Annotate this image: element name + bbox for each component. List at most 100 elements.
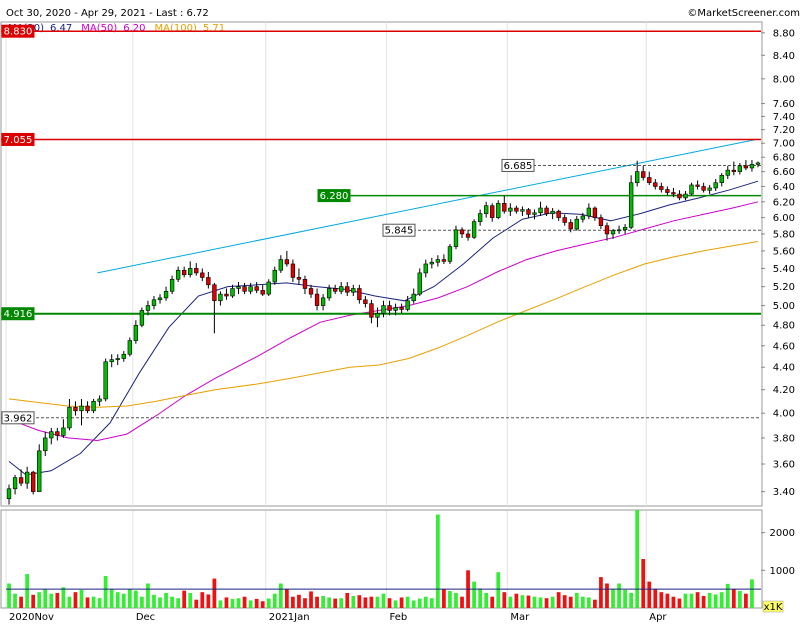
- volume-bar: [701, 595, 706, 608]
- candle-body: [737, 165, 743, 172]
- candle-body: [248, 286, 253, 292]
- volume-bar: [230, 598, 235, 608]
- candle-body: [357, 288, 362, 301]
- volume-bar: [7, 583, 11, 608]
- x-tick-label: Dec: [136, 612, 155, 623]
- candle-body: [496, 203, 501, 218]
- candle-body: [659, 186, 664, 190]
- candle-body: [484, 205, 489, 214]
- volume-tick-label: 2000: [770, 528, 795, 539]
- volume-bar: [25, 574, 30, 608]
- candle-body: [514, 207, 519, 212]
- stock-chart: Oct 30, 2020 - Apr 29, 2021 - Last : 6.7…: [0, 0, 805, 630]
- moving-average-legend: MA(20)6.47MA(50)6.20MA(100)5.71: [8, 23, 225, 34]
- candle-body: [97, 398, 102, 402]
- candle-body: [333, 288, 338, 292]
- volume-bar: [707, 592, 712, 608]
- x-tick-label: Apr: [649, 612, 667, 623]
- legend-ma-label: MA(100): [155, 23, 197, 34]
- y-tick-label: 8.00: [773, 74, 795, 85]
- volume-bar: [611, 589, 615, 608]
- volume-bar: [43, 589, 48, 608]
- candle-body: [465, 233, 471, 238]
- candle-body: [689, 184, 694, 195]
- legend-ma-value: 6.47: [50, 23, 72, 34]
- candle-body: [206, 277, 211, 286]
- candle-body: [598, 217, 604, 227]
- candle-body: [236, 286, 241, 289]
- volume-bar: [677, 598, 682, 608]
- volume-bar: [538, 597, 543, 608]
- candle-body: [175, 269, 181, 280]
- volume-bar: [731, 589, 736, 608]
- candle-body: [701, 186, 706, 191]
- candle-body: [471, 221, 477, 238]
- candle-body: [266, 281, 271, 295]
- y-tick-label: 3.80: [773, 433, 795, 444]
- volume-bar: [744, 593, 748, 608]
- volume-bar: [140, 596, 144, 608]
- volume-bar: [647, 581, 652, 608]
- candle-body: [230, 288, 235, 297]
- volume-bar: [327, 597, 332, 608]
- volume-bar: [303, 598, 307, 608]
- volume-bar: [248, 600, 253, 608]
- volume-bar: [79, 589, 84, 608]
- volume-bar: [357, 595, 362, 608]
- y-tick-label: 5.00: [773, 301, 795, 312]
- candle-body: [314, 293, 320, 306]
- candle-body: [151, 299, 157, 306]
- candle-body: [284, 259, 290, 265]
- candle-body: [490, 205, 495, 218]
- y-tick-label: 4.20: [773, 385, 795, 396]
- volume-bar: [158, 597, 162, 608]
- candle-body: [61, 427, 66, 436]
- volume-bar: [115, 592, 120, 608]
- candle-body: [320, 297, 326, 306]
- level-label: 8.830: [4, 27, 33, 38]
- y-tick-label: 7.00: [773, 139, 795, 150]
- candle-body: [351, 288, 356, 293]
- candle-body: [647, 177, 652, 184]
- candle-body: [544, 207, 549, 214]
- y-tick-label: 4.80: [773, 321, 795, 332]
- candle-body: [157, 297, 163, 301]
- y-tick-label: 6.20: [773, 197, 795, 208]
- candle-body: [37, 450, 42, 492]
- candle-body: [556, 210, 561, 218]
- candle-body: [502, 203, 507, 212]
- candle-body: [163, 290, 169, 299]
- volume-bar: [127, 589, 132, 608]
- candle-body: [622, 227, 628, 231]
- volume-bar: [103, 575, 108, 608]
- candle-body: [580, 215, 585, 220]
- volume-bar: [387, 598, 392, 608]
- volume-bar: [568, 596, 573, 608]
- candle-body: [115, 358, 120, 360]
- volume-bar: [593, 599, 597, 608]
- volume-bar: [490, 596, 495, 608]
- watermark: ©MarketScreener.com: [687, 8, 800, 19]
- volume-bar: [623, 589, 627, 608]
- candle-body: [550, 210, 555, 214]
- y-tick-label: 6.80: [773, 153, 795, 164]
- volume-bar: [683, 593, 688, 608]
- candle-body: [586, 207, 592, 217]
- y-tick-label: 8.80: [773, 28, 795, 39]
- volume-bar: [121, 593, 126, 608]
- volume-bar: [194, 599, 199, 608]
- candle-body: [139, 310, 145, 326]
- volume-bar: [85, 597, 90, 608]
- candle-body: [532, 212, 537, 215]
- candle-body: [326, 288, 332, 299]
- candle-body: [218, 293, 223, 302]
- volume-bar: [429, 598, 434, 608]
- candle-body: [133, 324, 139, 341]
- volume-bar: [351, 595, 356, 608]
- candle-body: [731, 169, 736, 172]
- volume-bar: [91, 596, 96, 608]
- candle-body: [79, 405, 84, 412]
- candle-body: [24, 471, 30, 484]
- volume-bar: [363, 597, 368, 608]
- volume-bar: [333, 598, 338, 608]
